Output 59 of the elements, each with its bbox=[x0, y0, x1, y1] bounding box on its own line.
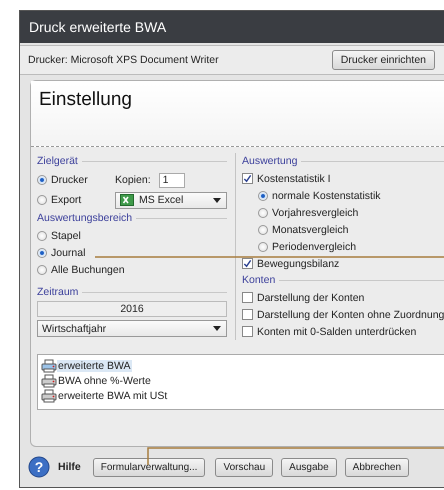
radio-button[interactable] bbox=[37, 195, 47, 205]
group-label: Zielgerät bbox=[37, 155, 78, 167]
export-format-dropdown[interactable]: MS Excel bbox=[115, 192, 227, 208]
checkbox[interactable] bbox=[242, 292, 253, 303]
checkbox[interactable] bbox=[242, 309, 253, 320]
option-label: Konten mit 0-Salden unterdrücken bbox=[257, 326, 416, 338]
group-label: Auswertungsbereich bbox=[37, 212, 132, 224]
footer-button[interactable]: Ausgabe bbox=[281, 458, 337, 476]
window-title: Druck erweiterte BWA bbox=[29, 19, 166, 35]
printer-icon bbox=[41, 388, 57, 402]
printer-label: Drucker: Microsoft XPS Document Writer bbox=[28, 54, 219, 66]
copies-field[interactable]: 1 bbox=[158, 172, 185, 188]
radio-button[interactable] bbox=[37, 264, 47, 274]
option-label: Periodenvergleich bbox=[272, 240, 356, 252]
list-item[interactable]: BWA ohne %-Werte bbox=[57, 374, 152, 386]
spreadsheet-icon bbox=[120, 194, 134, 206]
option-label: Drucker bbox=[51, 174, 88, 186]
section-title: Einstellung bbox=[39, 89, 132, 110]
checkbox[interactable] bbox=[242, 326, 253, 337]
radio-button[interactable] bbox=[37, 248, 47, 258]
group-label: Zeitraum bbox=[37, 286, 78, 298]
list-item[interactable]: erweiterte BWA mit USt bbox=[57, 390, 168, 402]
radio-button[interactable] bbox=[258, 224, 268, 234]
help-icon[interactable]: ? bbox=[28, 456, 50, 478]
footer-button[interactable]: Abbrechen bbox=[344, 458, 410, 476]
option-label: Journal bbox=[51, 246, 86, 258]
printer-icon bbox=[41, 374, 57, 388]
year-field[interactable]: 2016 bbox=[37, 301, 227, 317]
footer-button[interactable]: Vorschau bbox=[215, 458, 274, 476]
printer-setup-button[interactable]: Drucker einrichten bbox=[332, 50, 435, 70]
printer-icon bbox=[41, 358, 57, 372]
option-label: normale Kostenstatistik bbox=[272, 190, 381, 202]
group-label: Auswertung bbox=[242, 155, 298, 167]
dropdown-value: MS Excel bbox=[139, 194, 184, 206]
radio-button[interactable] bbox=[258, 190, 268, 200]
radio-button[interactable] bbox=[258, 208, 268, 218]
dropdown-value: Wirtschaftjahr bbox=[42, 322, 106, 334]
checkbox[interactable] bbox=[242, 258, 253, 269]
checkbox[interactable] bbox=[242, 173, 253, 184]
option-label: Vorjahresvergleich bbox=[272, 206, 358, 218]
option-label: Darstellung der Konten ohne Zuordnung bbox=[257, 308, 444, 320]
option-label: Bewegungsbilanz bbox=[257, 258, 340, 270]
caret-icon bbox=[213, 198, 221, 202]
option-label: Export bbox=[51, 194, 82, 206]
option-label: Alle Buchungen bbox=[51, 264, 125, 276]
footer-button[interactable]: Formularverwaltung... bbox=[92, 458, 206, 476]
list-item[interactable]: erweiterte BWA bbox=[57, 360, 132, 372]
caret-icon bbox=[213, 326, 221, 331]
period-type-dropdown[interactable]: Wirtschaftjahr bbox=[37, 320, 227, 337]
group-label: Konten bbox=[242, 274, 276, 286]
radio-button[interactable] bbox=[37, 230, 47, 240]
radio-button[interactable] bbox=[258, 242, 268, 252]
option-label: Darstellung der Konten bbox=[257, 292, 364, 304]
option-label: Monatsvergleich bbox=[272, 224, 348, 236]
option-label: Kostenstatistik I bbox=[257, 172, 331, 184]
help-label[interactable]: Hilfe bbox=[58, 461, 81, 473]
radio-button[interactable] bbox=[37, 175, 47, 185]
option-label: Stapel bbox=[51, 230, 81, 242]
copies-label: Kopien: bbox=[115, 174, 151, 186]
